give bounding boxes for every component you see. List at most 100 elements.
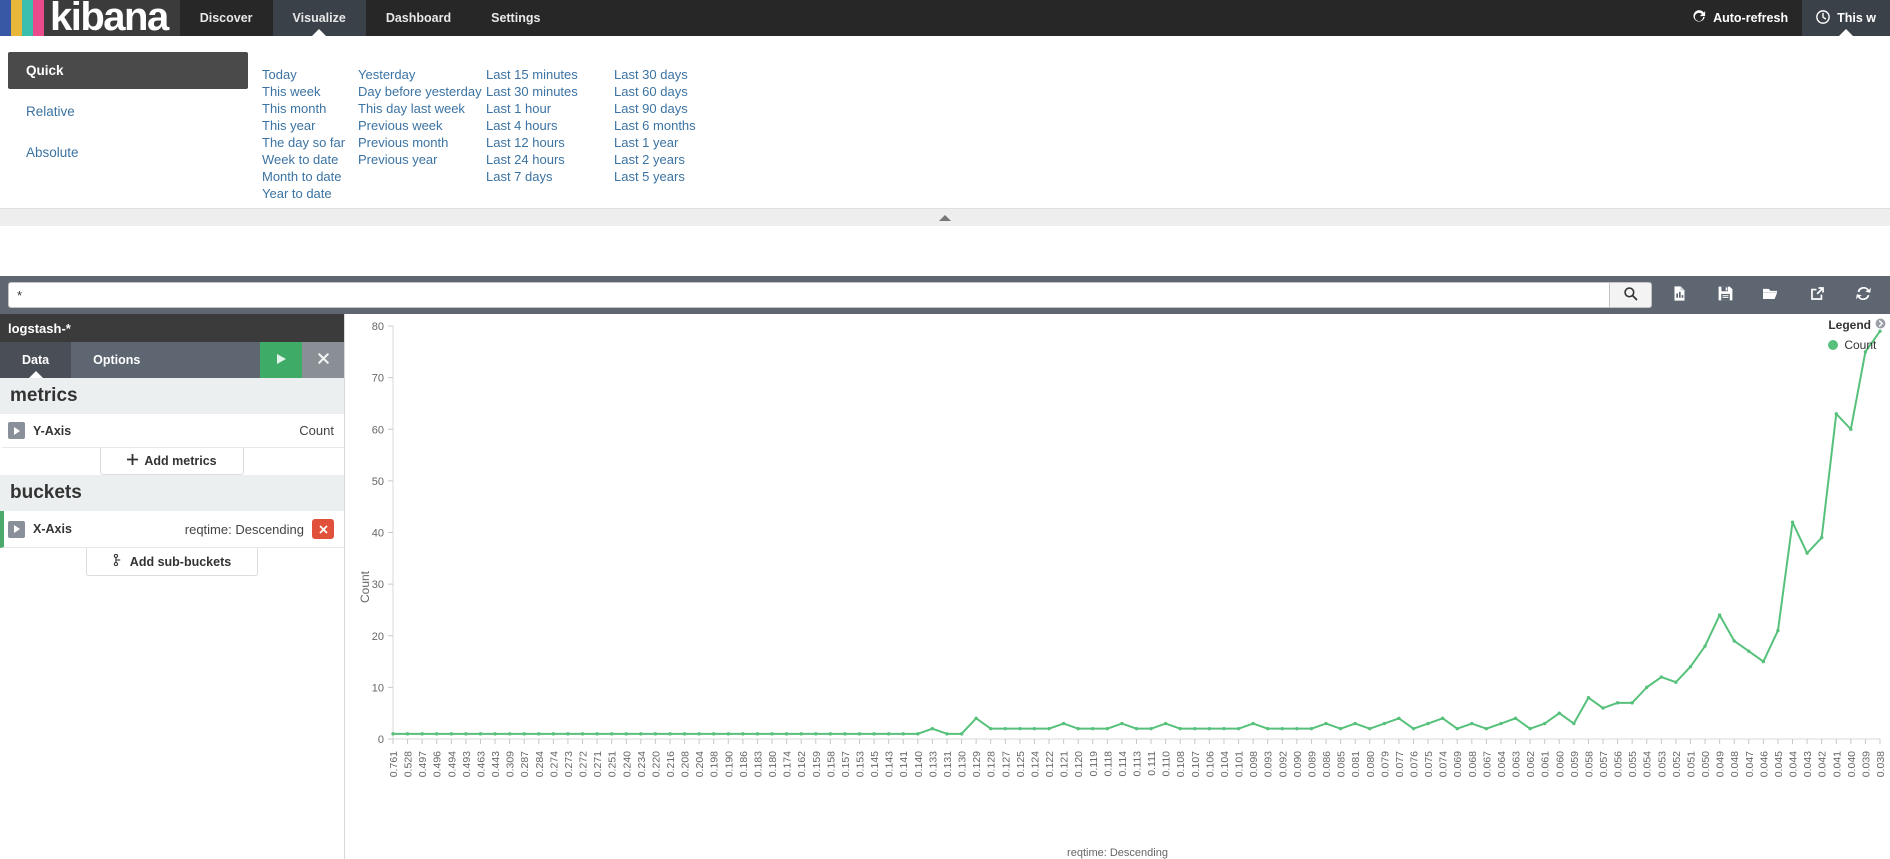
quick-range-previous-week[interactable]: Previous week <box>358 117 486 134</box>
quick-range-last-2-years[interactable]: Last 2 years <box>614 151 742 168</box>
quick-range-last-24-hours[interactable]: Last 24 hours <box>486 151 614 168</box>
quick-range-yesterday[interactable]: Yesterday <box>358 66 486 83</box>
svg-text:0.162: 0.162 <box>796 751 808 777</box>
quick-range-this-month[interactable]: This month <box>262 100 358 117</box>
svg-text:0.180: 0.180 <box>767 751 779 777</box>
nav-tab-discover[interactable]: Discover <box>180 0 273 36</box>
new-visualization-icon <box>1671 285 1688 305</box>
quick-range-last-12-hours[interactable]: Last 12 hours <box>486 134 614 151</box>
svg-text:0.089: 0.089 <box>1306 751 1318 777</box>
auto-refresh-button[interactable]: Auto-refresh <box>1678 0 1802 36</box>
legend-header[interactable]: Legend <box>1828 318 1886 332</box>
time-picker-collapse-toggle[interactable] <box>0 208 1890 226</box>
search-submit-button[interactable] <box>1610 282 1652 308</box>
quick-range-last-90-days[interactable]: Last 90 days <box>614 100 742 117</box>
svg-text:0.042: 0.042 <box>1817 751 1829 777</box>
quick-range-last-6-months[interactable]: Last 6 months <box>614 117 742 134</box>
legend-item-count[interactable]: Count <box>1828 338 1886 352</box>
nav-tab-visualize[interactable]: Visualize <box>273 0 366 36</box>
tab-options[interactable]: Options <box>71 342 162 378</box>
quick-range-week-to-date[interactable]: Week to date <box>262 151 358 168</box>
search-input[interactable] <box>8 282 1610 308</box>
quick-range-last-1-hour[interactable]: Last 1 hour <box>486 100 614 117</box>
time-mode-absolute[interactable]: Absolute <box>8 134 248 171</box>
quick-range-last-7-days[interactable]: Last 7 days <box>486 168 614 185</box>
nav-tab-dashboard[interactable]: Dashboard <box>366 0 471 36</box>
logo-bar-yellow <box>11 0 22 36</box>
quick-range-previous-year[interactable]: Previous year <box>358 151 486 168</box>
svg-text:0.234: 0.234 <box>636 751 648 777</box>
add-metrics-button[interactable]: Add metrics <box>100 448 243 475</box>
remove-bucket-button[interactable] <box>312 519 334 539</box>
svg-text:0.271: 0.271 <box>592 751 604 777</box>
quick-range-last-15-minutes[interactable]: Last 15 minutes <box>486 66 614 83</box>
save-visualization-button[interactable] <box>1702 276 1748 314</box>
kibana-logo[interactable]: kibana <box>0 0 180 36</box>
expand-toggle-icon[interactable] <box>8 422 25 439</box>
svg-text:0.110: 0.110 <box>1161 751 1173 777</box>
quick-range-this-year[interactable]: This year <box>262 117 358 134</box>
svg-text:0.127: 0.127 <box>1000 751 1012 777</box>
add-metrics-label: Add metrics <box>144 454 216 468</box>
bucket-row-x-axis[interactable]: X-Axis reqtime: Descending <box>0 511 344 548</box>
clock-icon <box>1816 10 1830 27</box>
svg-text:0.145: 0.145 <box>869 751 881 777</box>
quick-range-previous-month[interactable]: Previous month <box>358 134 486 151</box>
svg-text:0.051: 0.051 <box>1685 751 1697 777</box>
svg-text:30: 30 <box>372 579 384 591</box>
svg-text:0.122: 0.122 <box>1044 751 1056 777</box>
svg-text:0.062: 0.062 <box>1525 751 1537 777</box>
expand-toggle-icon[interactable] <box>8 521 25 538</box>
svg-text:0.216: 0.216 <box>665 751 677 777</box>
quick-range-last-30-days[interactable]: Last 30 days <box>614 66 742 83</box>
quick-range-this-week[interactable]: This week <box>262 83 358 100</box>
quick-range-year-to-date[interactable]: Year to date <box>262 185 358 202</box>
svg-text:0.494: 0.494 <box>446 751 458 777</box>
open-visualization-button[interactable] <box>1748 276 1794 314</box>
svg-text:0.220: 0.220 <box>650 751 662 777</box>
add-sub-buckets-button[interactable]: Add sub-buckets <box>86 548 258 576</box>
tab-data-label: Data <box>22 353 49 367</box>
new-visualization-button[interactable] <box>1656 276 1702 314</box>
svg-text:0.240: 0.240 <box>621 751 633 777</box>
quick-range-this-day-last-week[interactable]: This day last week <box>358 100 486 117</box>
svg-text:0.086: 0.086 <box>1321 751 1333 777</box>
svg-text:0.048: 0.048 <box>1729 751 1741 777</box>
svg-text:0.068: 0.068 <box>1467 751 1479 777</box>
x-axis-title: reqtime: Descending <box>345 847 1890 859</box>
svg-text:0.041: 0.041 <box>1831 751 1843 777</box>
add-sub-buckets-bar: Add sub-buckets <box>0 548 344 576</box>
quick-range-last-4-hours[interactable]: Last 4 hours <box>486 117 614 134</box>
svg-text:0.141: 0.141 <box>898 751 910 777</box>
time-range-button[interactable]: This w <box>1802 0 1890 36</box>
legend-item-label: Count <box>1844 338 1876 352</box>
svg-text:0.159: 0.159 <box>811 751 823 777</box>
tab-data[interactable]: Data <box>0 342 71 378</box>
open-icon <box>1762 285 1780 306</box>
time-mode-relative[interactable]: Relative <box>8 93 248 130</box>
quick-range-last-5-years[interactable]: Last 5 years <box>614 168 742 185</box>
refresh-visualization-button[interactable] <box>1840 276 1886 314</box>
chart-legend: Legend Count <box>1828 318 1886 352</box>
query-bar <box>0 276 1890 314</box>
metric-row-y-axis[interactable]: Y-Axis Count <box>0 414 344 448</box>
share-visualization-button[interactable] <box>1794 276 1840 314</box>
quick-range-the-day-so-far[interactable]: The day so far <box>262 134 358 151</box>
search-icon <box>1623 286 1638 304</box>
svg-text:0.092: 0.092 <box>1277 751 1289 777</box>
nav-tab-settings[interactable]: Settings <box>471 0 560 36</box>
query-bar-actions <box>1652 276 1890 314</box>
time-mode-quick[interactable]: Quick <box>8 52 248 89</box>
svg-text:0.274: 0.274 <box>548 751 560 777</box>
quick-range-last-1-year[interactable]: Last 1 year <box>614 134 742 151</box>
svg-text:0.204: 0.204 <box>694 751 706 777</box>
quick-range-last-30-minutes[interactable]: Last 30 minutes <box>486 83 614 100</box>
discard-changes-button[interactable] <box>302 342 344 378</box>
svg-text:0.133: 0.133 <box>927 751 939 777</box>
quick-range-today[interactable]: Today <box>262 66 358 83</box>
apply-changes-button[interactable] <box>260 342 302 378</box>
quick-range-month-to-date[interactable]: Month to date <box>262 168 358 185</box>
svg-text:0.101: 0.101 <box>1234 751 1246 777</box>
quick-range-day-before-yesterday[interactable]: Day before yesterday <box>358 83 486 100</box>
quick-range-last-60-days[interactable]: Last 60 days <box>614 83 742 100</box>
